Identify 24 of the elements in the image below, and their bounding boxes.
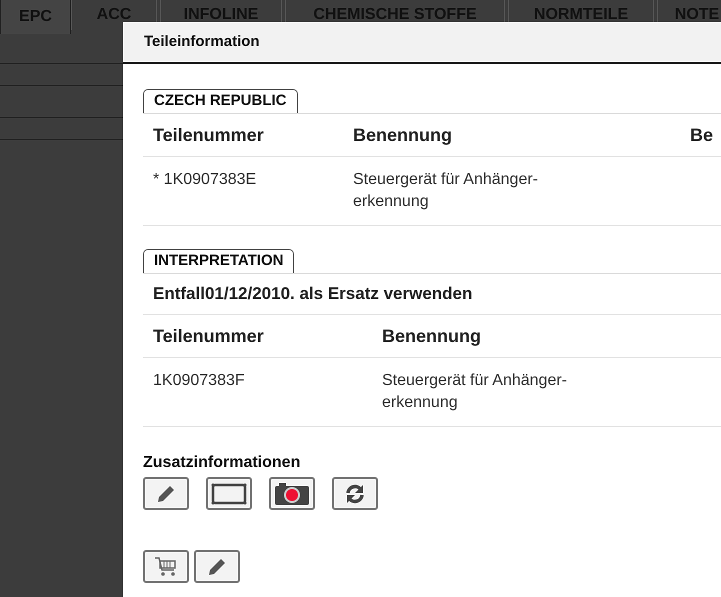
frame-button[interactable] [206,477,252,510]
column-header: Be [689,124,714,146]
camera-button[interactable] [269,477,315,510]
section-note: Entfall01/12/2010. als Ersatz verwenden [143,274,721,315]
column-header: Benennung [352,124,453,147]
section-heading: Zusatzinformationen [143,453,302,473]
column-header: Teilenummer [152,124,265,146]
refresh-button[interactable] [332,477,378,510]
table-cell-text: * 1K0907383E [152,170,258,190]
cart-icon [154,556,178,578]
table-cell-text: Steuergerät für Anhänger-erkennung [352,170,540,212]
table-cell-text: 1K0907383F [152,371,246,391]
pencil-icon [156,484,176,504]
frame-icon [211,482,247,504]
cart-button[interactable] [143,550,189,583]
column-header: Benennung [381,324,482,348]
column-header: Teilenummer [152,324,265,348]
pencil-button[interactable] [143,477,189,510]
pencil-icon [207,556,227,576]
dialog-title: Teileinformation [144,32,260,52]
table-cell-text: Steuergerät für Anhänger-erkennung [381,371,568,413]
refresh-icon [344,482,366,504]
pencil-button[interactable] [194,550,240,583]
camera-icon [274,482,310,506]
